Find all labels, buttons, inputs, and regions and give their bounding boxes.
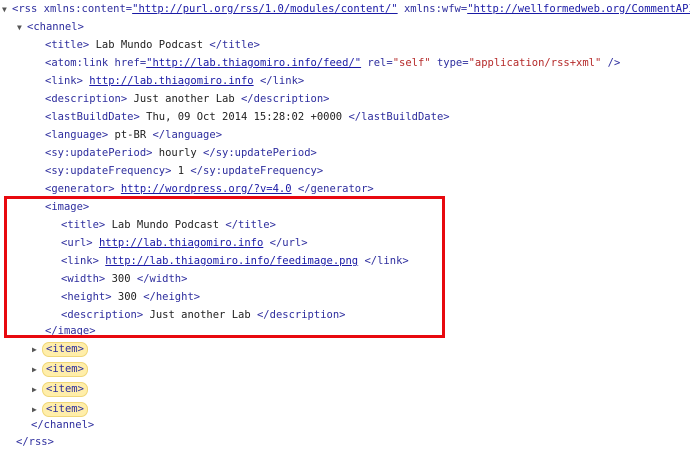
update-period-text: hourly	[152, 147, 204, 159]
item-line[interactable]: ▶ <item>	[32, 380, 88, 398]
item-tag[interactable]: <item>	[42, 362, 88, 377]
triangle-right-icon[interactable]: ▶	[32, 381, 42, 399]
title-open-tag: <title>	[45, 39, 90, 51]
item-tag[interactable]: <item>	[42, 382, 88, 397]
channel-open-line[interactable]: ▼ <channel>	[17, 18, 84, 36]
xml-tree-view: ▼ <rss xmlns:content="http://purl.org/rss…	[0, 0, 690, 457]
channel-close-tag: </channel>	[31, 419, 95, 431]
atom-link-tag: <atom:link	[45, 57, 109, 69]
description-text: Just another Lab	[127, 93, 241, 105]
atom-href-link[interactable]: "http://lab.thiagomiro.info/feed/"	[146, 57, 361, 69]
channel-link-url[interactable]: http://lab.thiagomiro.info	[89, 75, 253, 87]
channel-title-line: <title> Lab Mundo Podcast </title>	[45, 36, 260, 54]
channel-close-line: </channel>	[31, 416, 94, 434]
item-tag[interactable]: <item>	[42, 402, 88, 417]
channel-link-line: <link> http://lab.thiagomiro.info </link…	[45, 72, 304, 90]
description-close-tag: </description>	[240, 93, 330, 105]
item-line[interactable]: ▶ <item>	[32, 360, 88, 378]
xmlns-content-attr: xmlns:content=	[37, 3, 133, 15]
atom-link-line: <atom:link href="http://lab.thiagomiro.i…	[45, 54, 620, 72]
title-text: Lab Mundo Podcast	[89, 39, 210, 51]
link-open-tag: <link>	[45, 75, 83, 87]
update-frequency-open-tag: <sy:updateFrequency>	[45, 165, 172, 177]
highlight-box	[4, 196, 445, 338]
language-line: <language> pt-BR </language>	[45, 126, 222, 144]
type-value: "application/rss+xml"	[468, 57, 602, 69]
rss-close-line: </rss>	[16, 433, 54, 451]
language-close-tag: </language>	[152, 129, 223, 141]
title-close-tag: </title>	[209, 39, 260, 51]
triangle-right-icon[interactable]: ▶	[32, 341, 42, 359]
xmlns-wfw-attr: xmlns:wfw=	[397, 3, 468, 15]
atom-close: />	[601, 57, 621, 69]
last-build-date-text: Thu, 09 Oct 2014 15:28:02 +0000	[139, 111, 349, 123]
link-close-tag: </link>	[253, 75, 305, 87]
rss-open-tag: <rss	[12, 3, 38, 15]
update-frequency-line: <sy:updateFrequency> 1 </sy:updateFreque…	[45, 162, 323, 180]
language-open-tag: <language>	[45, 129, 109, 141]
language-text: pt-BR	[108, 129, 153, 141]
channel-description-line: <description> Just another Lab </descrip…	[45, 90, 330, 108]
channel-open-tag: <channel>	[27, 21, 84, 33]
generator-close-tag: </generator>	[291, 183, 374, 195]
rss-close-tag: </rss>	[16, 436, 54, 448]
generator-open-tag: <generator>	[45, 183, 115, 195]
update-frequency-close-tag: </sy:updateFrequency>	[190, 165, 324, 177]
description-open-tag: <description>	[45, 93, 128, 105]
rel-attr: rel=	[361, 57, 393, 69]
triangle-right-icon[interactable]: ▶	[32, 361, 42, 379]
rel-value: "self"	[392, 57, 431, 69]
rss-open-line[interactable]: ▼ <rss xmlns:content="http://purl.org/rss…	[2, 0, 690, 18]
last-build-date-line: <lastBuildDate> Thu, 09 Oct 2014 15:28:0…	[45, 108, 450, 126]
update-period-open-tag: <sy:updatePeriod>	[45, 147, 153, 159]
href-attr: href=	[108, 57, 147, 69]
xmlns-content-value[interactable]: "http://purl.org/rss/1.0/modules/content…	[132, 3, 398, 15]
xmlns-wfw-value[interactable]: "http://wellformedweb.org/CommentAPI/"	[467, 3, 690, 15]
item-line[interactable]: ▶ <item>	[32, 340, 88, 358]
last-build-date-open-tag: <lastBuildDate>	[45, 111, 140, 123]
update-period-close-tag: </sy:updatePeriod>	[203, 147, 317, 159]
type-attr: type=	[430, 57, 469, 69]
update-period-line: <sy:updatePeriod> hourly </sy:updatePeri…	[45, 144, 317, 162]
update-frequency-text: 1	[171, 165, 191, 177]
generator-url[interactable]: http://wordpress.org/?v=4.0	[121, 183, 292, 195]
item-tag[interactable]: <item>	[42, 342, 88, 357]
last-build-date-close-tag: </lastBuildDate>	[348, 111, 450, 123]
triangle-down-icon[interactable]: ▼	[2, 1, 12, 19]
triangle-down-icon[interactable]: ▼	[17, 19, 27, 37]
